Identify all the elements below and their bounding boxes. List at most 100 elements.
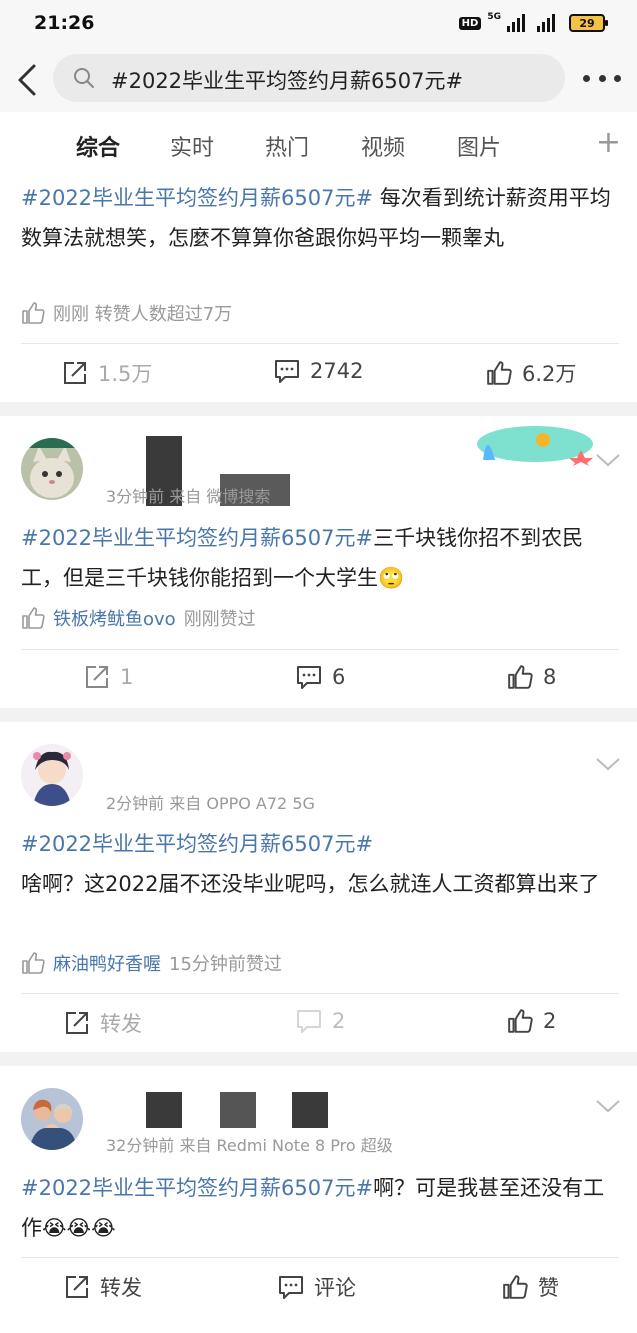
like-info: 刚刚 转赞人数超过7万 <box>21 300 232 326</box>
avatar-cat-image <box>21 438 83 500</box>
like-count: 2 <box>543 1009 557 1033</box>
like-info: 铁板烤鱿鱼ovo 刚刚赞过 <box>21 605 256 631</box>
repost-button[interactable]: 1.5万 <box>62 358 152 388</box>
comment-count: 2 <box>332 1009 346 1033</box>
hd-badge: HD <box>458 16 482 30</box>
repost-icon <box>86 666 108 688</box>
repost-label: 转发 <box>100 1012 142 1036</box>
network-label: 5G <box>487 12 501 22</box>
thumb-up-icon <box>508 1009 533 1033</box>
thumb-up-icon <box>22 952 45 974</box>
like-suffix: 15分钟前赞过 <box>169 954 282 975</box>
like-button[interactable]: 8 <box>507 664 556 690</box>
like-button[interactable]: 6.2万 <box>486 358 576 388</box>
comment-button[interactable]: 评论 <box>278 1272 356 1302</box>
post-meta: 32分钟前 来自 Redmi Note 8 Pro 超级 <box>106 1136 393 1155</box>
chevron-down-icon[interactable] <box>595 756 621 772</box>
comment-button[interactable]: 2742 <box>274 358 363 384</box>
avatar[interactable] <box>21 1088 83 1150</box>
comment-label: 评论 <box>314 1276 356 1300</box>
post-text: #2022毕业生平均签约月薪6507元#啊？可是我甚至还没有工作😭😭😭 <box>21 1168 619 1248</box>
avatar-anime-image <box>21 744 83 806</box>
repost-icon <box>66 1276 88 1298</box>
action-bar: 转发 评论 赞 <box>0 1258 637 1314</box>
back-arrow-icon <box>18 64 36 96</box>
post-card: 2分钟前 来自 OPPO A72 5G #2022毕业生平均签约月薪6507元#… <box>0 722 637 1052</box>
post-card: 3分钟前 来自 微博搜索 #2022毕业生平均签约月薪6507元#三千块钱你招不… <box>0 416 637 708</box>
hashtag-link[interactable]: #2022毕业生平均签约月薪6507元# <box>21 186 373 210</box>
status-icons: HD 5G 29 <box>458 12 608 32</box>
action-bar: 1.5万 2742 6.2万 <box>0 344 637 400</box>
comment-icon <box>297 1010 321 1033</box>
post-card: 32分钟前 来自 Redmi Note 8 Pro 超级 #2022毕业生平均签… <box>0 1066 637 1333</box>
like-count: 6.2万 <box>522 362 577 386</box>
liker-name[interactable]: 铁板烤鱿鱼ovo <box>53 605 176 631</box>
thumb-up-icon <box>503 1275 528 1299</box>
repost-label: 转发 <box>100 1276 142 1300</box>
like-suffix: 刚刚赞过 <box>183 609 256 630</box>
repost-icon <box>66 1012 88 1034</box>
post-text: #2022毕业生平均签约月薪6507元# 每次看到统计薪资用平均数算法就想笑，怎… <box>21 178 619 258</box>
comment-button[interactable]: 2 <box>296 1008 345 1034</box>
repost-button[interactable]: 1 <box>84 664 133 690</box>
tab-hot[interactable]: 热门 <box>265 130 309 162</box>
action-bar: 转发 2 2 <box>0 994 637 1050</box>
post-text: #2022毕业生平均签约月薪6507元#三千块钱你招不到农民工，但是三千块钱你能… <box>21 518 619 598</box>
avatar-photo-image <box>21 1088 83 1150</box>
repost-button[interactable]: 转发 <box>64 1272 142 1302</box>
tab-video[interactable]: 视频 <box>361 130 405 162</box>
comment-count: 6 <box>332 665 346 689</box>
thumb-up-icon <box>508 665 533 689</box>
more-options-icon[interactable] <box>583 63 621 93</box>
like-button[interactable]: 2 <box>507 1008 556 1034</box>
post-meta: 2分钟前 来自 OPPO A72 5G <box>106 794 315 813</box>
post-meta: 3分钟前 来自 微博搜索 <box>106 487 271 506</box>
tab-overall[interactable]: 综合 <box>76 130 120 162</box>
post-card: #2022毕业生平均签约月薪6507元# 每次看到统计薪资用平均数算法就想笑，怎… <box>0 168 637 402</box>
search-header: #2022毕业生平均签约月薪6507元# <box>0 50 637 112</box>
hashtag-link[interactable]: #2022毕业生平均签约月薪6507元# <box>21 526 373 550</box>
like-info-text: 刚刚 转赞人数超过7万 <box>53 304 233 325</box>
avatar[interactable] <box>21 744 83 806</box>
status-time: 21:26 <box>34 12 95 34</box>
redacted-username <box>146 1092 182 1128</box>
status-bar: 21:26 HD 5G 29 <box>0 0 637 50</box>
back-button[interactable] <box>14 62 44 98</box>
battery-icon: 29 <box>569 14 608 32</box>
add-tab-icon[interactable]: + <box>596 128 621 158</box>
comment-icon <box>297 666 321 689</box>
avatar[interactable] <box>21 438 83 500</box>
like-button[interactable]: 赞 <box>502 1272 559 1302</box>
action-bar: 1 6 8 <box>0 650 637 706</box>
comment-button[interactable]: 6 <box>296 664 345 690</box>
tab-realtime[interactable]: 实时 <box>170 130 214 162</box>
comment-icon <box>279 1276 303 1299</box>
search-query: #2022毕业生平均签约月薪6507元# <box>111 69 464 93</box>
like-count: 8 <box>543 665 557 689</box>
chevron-down-icon[interactable] <box>595 452 621 468</box>
signal-icon-2 <box>537 14 555 32</box>
comment-icon <box>275 360 299 383</box>
chevron-down-icon[interactable] <box>595 1098 621 1114</box>
like-info: 麻油鸭好香喔 15分钟前赞过 <box>21 950 282 976</box>
thumb-up-icon <box>22 302 45 324</box>
search-input[interactable]: #2022毕业生平均签约月薪6507元# <box>53 54 565 102</box>
signal-icon <box>507 14 525 32</box>
post-text: #2022毕业生平均签约月薪6507元# 啥啊？这2022届不还没毕业呢吗，怎么… <box>21 824 619 904</box>
decoration-badge-icon <box>477 426 593 466</box>
redacted-username <box>220 1092 256 1128</box>
liker-name[interactable]: 麻油鸭好香喔 <box>53 950 161 976</box>
redacted-username <box>292 1092 328 1128</box>
like-label: 赞 <box>538 1276 559 1300</box>
thumb-up-icon <box>487 361 512 385</box>
hashtag-link[interactable]: #2022毕业生平均签约月薪6507元# <box>21 1176 373 1200</box>
search-icon <box>74 68 94 88</box>
repost-count: 1.5万 <box>98 362 153 386</box>
comment-count: 2742 <box>310 359 364 383</box>
post-body: 啥啊？这2022届不还没毕业呢吗，怎么就连人工资都算出来了 <box>21 872 600 896</box>
hashtag-link[interactable]: #2022毕业生平均签约月薪6507元# <box>21 824 619 864</box>
thumb-up-icon <box>22 607 45 629</box>
repost-button[interactable]: 转发 <box>64 1008 142 1038</box>
tab-images[interactable]: 图片 <box>457 130 501 162</box>
repost-count: 1 <box>120 665 134 689</box>
